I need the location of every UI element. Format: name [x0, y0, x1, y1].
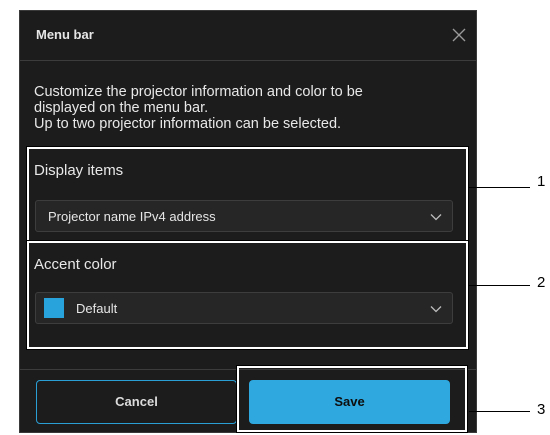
description-line: displayed on the menu bar. — [34, 100, 209, 116]
callout-number-1: 1 — [537, 173, 546, 190]
callout-line-1 — [469, 187, 530, 188]
callout-line-3 — [469, 411, 530, 412]
callout-box-1 — [26, 146, 469, 243]
dialog-header: Menu bar — [20, 11, 476, 61]
dialog-description: Customize the projector information and … — [34, 84, 454, 132]
callout-number-2: 2 — [537, 274, 546, 291]
callout-number-3: 3 — [537, 401, 546, 418]
callout-box-2 — [26, 240, 469, 350]
callout-box-3 — [236, 365, 468, 433]
close-icon[interactable] — [452, 28, 466, 42]
callout-line-2 — [469, 285, 530, 286]
cancel-button[interactable]: Cancel — [36, 380, 237, 424]
dialog-title: Menu bar — [36, 27, 94, 42]
description-line: Up to two projector information can be s… — [34, 116, 342, 132]
description-line: Customize the projector information and … — [34, 84, 363, 100]
